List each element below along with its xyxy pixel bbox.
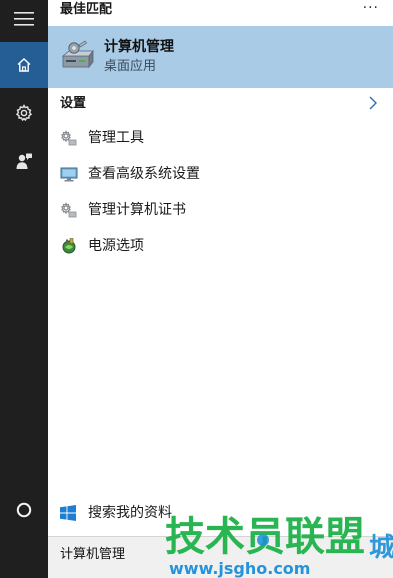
best-match-subtitle: 桌面应用 [104, 59, 157, 74]
start-search-panel: 最佳匹配 ··· 计算机管理 桌面应用 设置 管理工具 查看高级系统设置 管理计… [0, 0, 393, 578]
result-advanced-system-settings[interactable]: 查看高级系统设置 [48, 157, 393, 191]
home-button[interactable] [0, 42, 48, 88]
results-pane: 最佳匹配 ··· 计算机管理 桌面应用 设置 管理工具 查看高级系统设置 管理计… [48, 0, 393, 578]
hamburger-icon [14, 12, 34, 26]
search-input[interactable]: 计算机管理 [48, 536, 393, 578]
result-power-options[interactable]: 电源选项 [48, 229, 393, 263]
best-match-result[interactable]: 计算机管理 桌面应用 [48, 26, 393, 88]
search-my-stuff-label: 搜索我的资料 [88, 505, 172, 521]
cortana-button[interactable] [0, 487, 48, 533]
result-label: 电源选项 [88, 238, 144, 254]
settings-heading: 设置 [60, 96, 87, 111]
result-label: 查看高级系统设置 [88, 166, 200, 182]
result-label: 管理计算机证书 [88, 202, 186, 218]
settings-button[interactable] [0, 90, 48, 136]
computer-management-icon [61, 40, 94, 69]
best-match-title: 计算机管理 [104, 39, 174, 55]
more-options-icon[interactable]: ··· [363, 0, 379, 17]
admin-tools-icon [61, 130, 77, 146]
best-match-heading: 最佳匹配 [60, 2, 113, 17]
gear-icon [15, 104, 33, 122]
windows-logo-icon [60, 505, 76, 521]
result-computer-certificates[interactable]: 管理计算机证书 [48, 193, 393, 227]
power-options-icon [62, 238, 76, 254]
home-icon [17, 58, 31, 72]
person-feedback-icon [16, 153, 32, 169]
menu-button[interactable] [0, 0, 48, 38]
cortana-circle-icon [16, 502, 32, 518]
result-admin-tools[interactable]: 管理工具 [48, 121, 393, 155]
settings-section-header[interactable]: 设置 [48, 92, 393, 116]
left-rail [0, 0, 48, 578]
result-label: 管理工具 [88, 130, 144, 146]
search-my-stuff-button[interactable]: 搜索我的资料 [48, 496, 393, 530]
search-input-value: 计算机管理 [60, 547, 126, 562]
chevron-right-icon [369, 96, 377, 110]
monitor-icon [60, 167, 78, 182]
feedback-button[interactable] [0, 138, 48, 184]
certificate-icon [61, 202, 77, 218]
